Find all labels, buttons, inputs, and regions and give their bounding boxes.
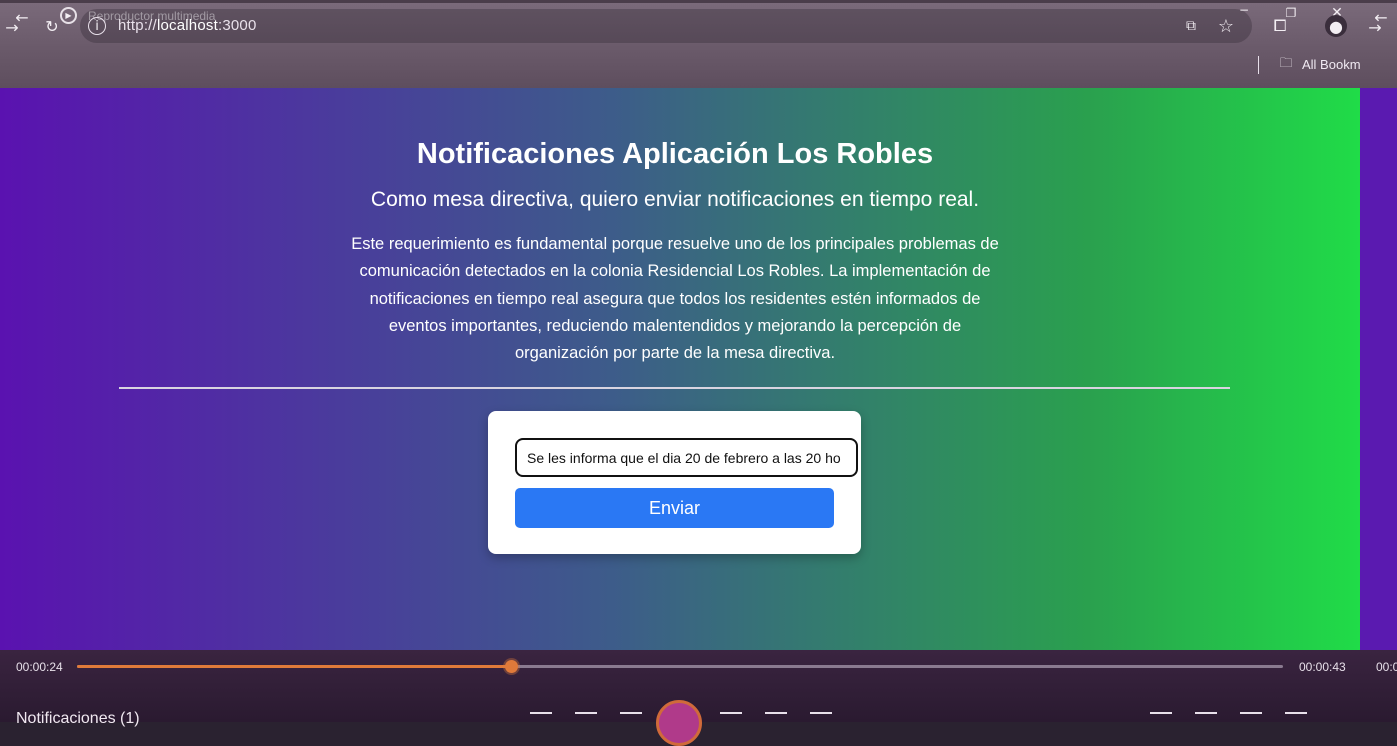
page-subtitle: Como mesa directiva, quiero enviar notif…: [370, 188, 980, 211]
fullscreen-icon[interactable]: [1240, 712, 1262, 724]
cast-icon[interactable]: [1195, 712, 1217, 724]
url-host: localhost: [156, 17, 218, 34]
seek-bar-progress: [77, 665, 512, 668]
restore-icon[interactable]: ❐: [1284, 6, 1298, 20]
section-divider: [119, 387, 1230, 389]
all-bookmarks-link[interactable]: All Bookm: [1302, 57, 1361, 72]
media-title: Notificaciones (1): [16, 710, 140, 727]
seek-bar-thumb[interactable]: [505, 660, 519, 673]
edge-time: 00:0: [1376, 660, 1397, 674]
miniplayer-icon[interactable]: [1150, 712, 1172, 724]
url-scheme: http://: [118, 17, 157, 34]
toolbar-divider: [1258, 56, 1259, 74]
url-text[interactable]: http://localhost:3000: [118, 17, 257, 34]
forward-arrow-icon[interactable]: →: [2, 18, 22, 37]
repeat-icon[interactable]: [810, 712, 832, 724]
forward-arrow-icon[interactable]: →: [1366, 18, 1384, 37]
url-port: :3000: [217, 17, 257, 34]
send-button[interactable]: Enviar: [515, 488, 834, 528]
page-content: Notificaciones Aplicación Los Robles Com…: [0, 88, 1360, 650]
folder-icon: 🗀: [1279, 55, 1293, 71]
star-icon[interactable]: ☆: [1216, 16, 1236, 37]
media-player-bar: 00:00:24 00:00:43 00:0 Notificaciones (1…: [0, 650, 1397, 746]
seek-bar[interactable]: [77, 660, 1283, 673]
previous-icon[interactable]: [575, 712, 597, 724]
page-title: Notificaciones Aplicación Los Robles: [416, 138, 934, 170]
more-options-icon[interactable]: [1285, 712, 1307, 724]
total-time: 00:00:43: [1299, 660, 1346, 674]
site-info-icon[interactable]: i: [88, 17, 106, 35]
forward-icon[interactable]: [720, 712, 742, 724]
translate-icon[interactable]: ⧉: [1181, 16, 1201, 36]
pause-button[interactable]: [656, 700, 702, 746]
minimize-icon[interactable]: −: [1236, 3, 1252, 17]
next-icon[interactable]: [765, 712, 787, 724]
page-description: Este requerimiento es fundamental porque…: [351, 235, 999, 363]
rewind-icon[interactable]: [620, 712, 642, 724]
current-time: 00:00:24: [16, 660, 63, 674]
side-panel-strip: [1360, 88, 1397, 650]
media-player-icon: ▶: [60, 7, 77, 24]
reload-icon[interactable]: ↻: [42, 16, 62, 36]
notification-form-card: Enviar: [488, 411, 861, 554]
shuffle-icon[interactable]: [530, 712, 552, 724]
message-input[interactable]: [515, 438, 858, 477]
profile-avatar-icon[interactable]: ●: [1325, 15, 1347, 37]
bookmarks-bar: [0, 48, 1397, 88]
